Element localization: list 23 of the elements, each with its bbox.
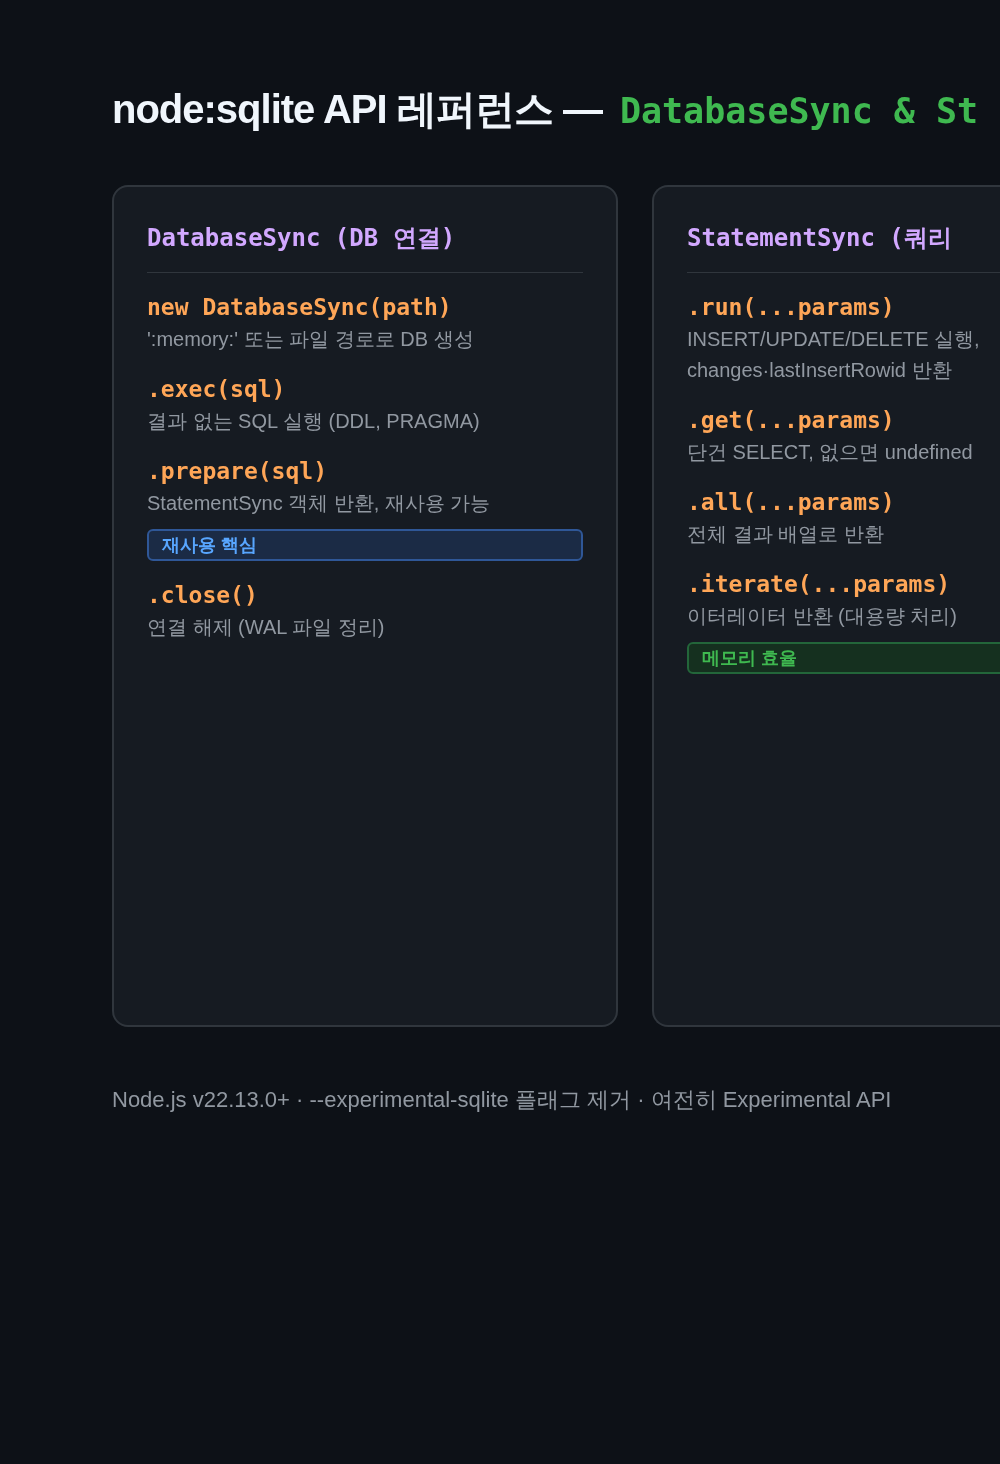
tag-label: 재사용 핵심: [147, 529, 583, 561]
card-title: DatabaseSync (DB 연결): [147, 223, 457, 254]
method-description: StatementSync 객체 반환, 재사용 가능: [147, 491, 492, 516]
method-signature: .run(...params): [687, 293, 896, 322]
page-title: node:sqlite API 레퍼런스 —: [112, 86, 602, 133]
method-description: ':memory:' 또는 파일 경로로 DB 생성: [147, 327, 475, 352]
method-signature: .prepare(sql): [147, 457, 328, 486]
footer-note: Node.js v22.13.0+ · --experimental-sqlite 플래그 제거 · 여전히 Experimental API: [112, 1086, 893, 1114]
method-description: 이터레이터 반환 (대용량 처리): [687, 604, 958, 629]
method-description: 전체 결과 배열로 반환: [687, 522, 885, 547]
tag-label: 메모리 효율: [687, 642, 1000, 674]
method-signature: .all(...params): [687, 488, 896, 517]
card-title: StatementSync (쿼리: [687, 223, 953, 254]
method-description: INSERT/UPDATE/DELETE 실행, changes·lastInsertRowid 반환: [687, 327, 981, 383]
method-description: 연결 해제 (WAL 파일 정리): [147, 615, 386, 640]
method-signature: .iterate(...params): [687, 570, 952, 599]
method-signature: .close(): [147, 581, 259, 610]
method-description: 단건 SELECT, 없으면 undefined: [687, 440, 974, 465]
method-signature: .get(...params): [687, 406, 896, 435]
method-signature: new DatabaseSync(path): [147, 293, 453, 322]
page-title-code: DatabaseSync & St: [619, 91, 979, 131]
method-signature: .exec(sql): [147, 375, 287, 404]
method-description: 결과 없는 SQL 실행 (DDL, PRAGMA): [147, 409, 481, 434]
